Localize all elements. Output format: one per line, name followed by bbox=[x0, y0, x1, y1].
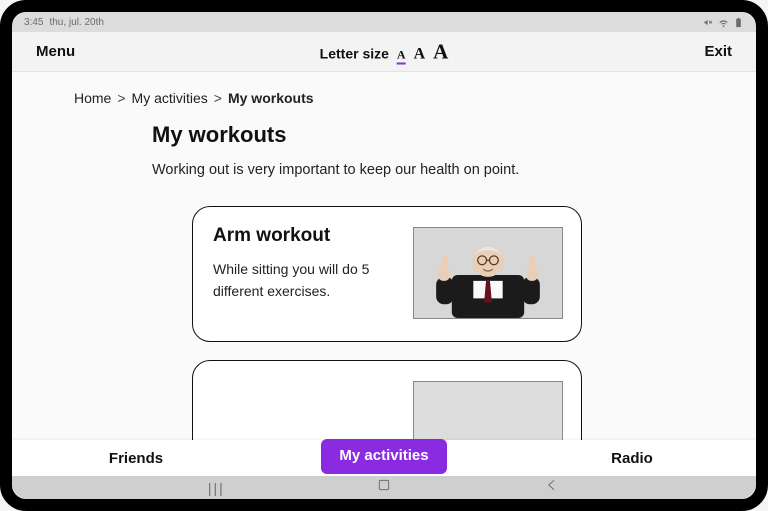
menu-button[interactable]: Menu bbox=[36, 43, 75, 60]
tab-friends[interactable]: Friends bbox=[12, 450, 260, 467]
workout-card-image bbox=[413, 227, 563, 319]
letter-size-large[interactable]: A bbox=[433, 39, 448, 64]
status-date: thu, jul. 20th bbox=[49, 17, 103, 28]
tab-my-activities[interactable]: My activities bbox=[260, 441, 508, 476]
home-square-icon bbox=[376, 477, 392, 493]
battery-icon bbox=[733, 17, 744, 28]
app-header: Menu Letter size A A A Exit bbox=[12, 32, 756, 72]
breadcrumb-sep-icon: > bbox=[117, 90, 125, 106]
system-nav-bar: ||| bbox=[12, 476, 756, 499]
wifi-icon bbox=[718, 17, 729, 28]
mute-icon bbox=[703, 17, 714, 28]
workout-card[interactable]: Arm workout While sitting you will do 5 … bbox=[192, 206, 582, 342]
screen: 3:45 thu, jul. 20th Menu Letter size A A… bbox=[12, 12, 756, 499]
bottom-tab-bar: Friends My activities Radio bbox=[12, 440, 756, 476]
breadcrumb-home[interactable]: Home bbox=[74, 90, 111, 106]
letter-size-small[interactable]: A bbox=[397, 47, 406, 64]
letter-size-control: Letter size A A A bbox=[320, 39, 449, 64]
status-time: 3:45 bbox=[24, 17, 43, 28]
tab-radio[interactable]: Radio bbox=[508, 450, 756, 467]
breadcrumb: Home > My activities > My workouts bbox=[12, 72, 756, 118]
breadcrumb-sep-icon: > bbox=[214, 90, 222, 106]
workout-card-description: While sitting you will do 5 different ex… bbox=[213, 259, 399, 302]
breadcrumb-current: My workouts bbox=[228, 90, 314, 106]
workout-card-title: Arm workout bbox=[213, 225, 399, 247]
breadcrumb-my-activities[interactable]: My activities bbox=[132, 90, 208, 106]
back-button[interactable] bbox=[544, 477, 560, 498]
letter-size-label: Letter size bbox=[320, 45, 389, 61]
status-bar: 3:45 thu, jul. 20th bbox=[12, 12, 756, 32]
workout-card-title bbox=[213, 379, 399, 401]
tab-my-activities-pill: My activities bbox=[321, 439, 446, 474]
thumbs-up-man-icon bbox=[414, 228, 562, 318]
workout-card-text bbox=[213, 379, 399, 435]
recents-button[interactable]: ||| bbox=[208, 480, 225, 496]
app-body: Home > My activities > My workouts My wo… bbox=[12, 72, 756, 499]
page-title: My workouts bbox=[152, 122, 756, 148]
workout-card-text: Arm workout While sitting you will do 5 … bbox=[213, 225, 399, 302]
back-chevron-icon bbox=[544, 477, 560, 493]
status-icons bbox=[703, 17, 744, 28]
page-description: Working out is very important to keep ou… bbox=[152, 162, 756, 178]
letter-size-medium[interactable]: A bbox=[414, 45, 426, 63]
home-button[interactable] bbox=[376, 477, 392, 498]
device-frame-outer: 3:45 thu, jul. 20th Menu Letter size A A… bbox=[0, 0, 768, 511]
exit-button[interactable]: Exit bbox=[704, 43, 732, 60]
workout-card-description bbox=[213, 413, 399, 435]
